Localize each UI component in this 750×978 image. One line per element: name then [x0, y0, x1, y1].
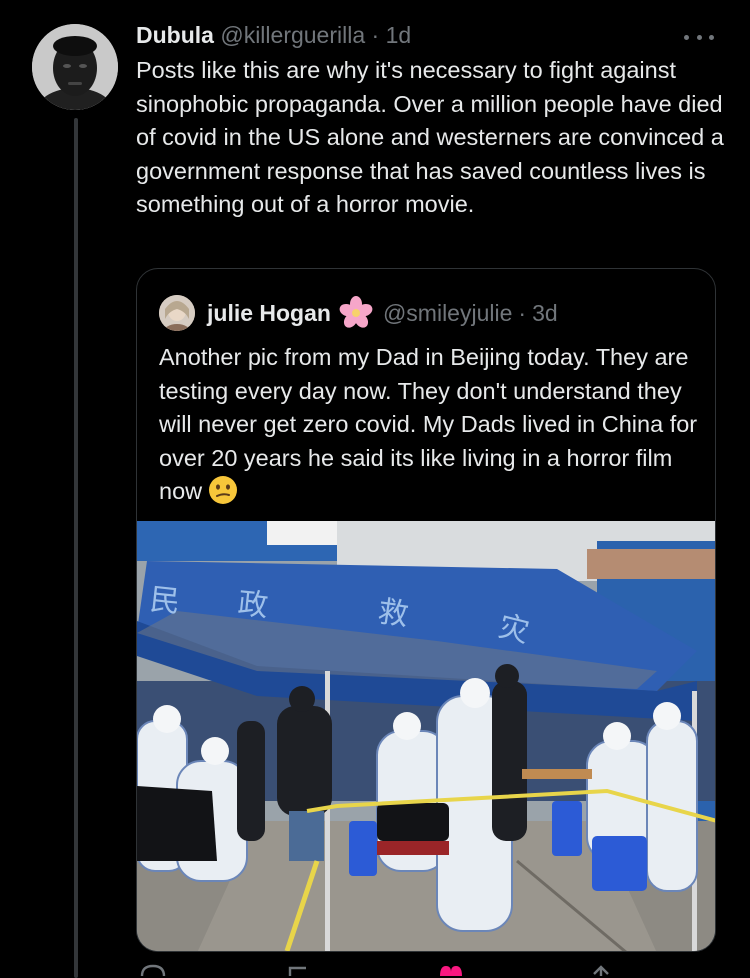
quoted-tweet-photo[interactable]: 民 政 救 灾	[137, 521, 715, 951]
author-name[interactable]: Dubula	[136, 22, 214, 48]
tweet-timestamp[interactable]: 1d	[386, 22, 412, 48]
reply-icon[interactable]	[138, 964, 168, 976]
quoted-header-separator: ·	[518, 299, 527, 326]
more-options-icon[interactable]	[684, 30, 714, 44]
quoted-tweet-header: julie Hogan @smileyjulie · 3d	[159, 295, 558, 331]
quoted-author-handle: @smileyjulie	[382, 299, 513, 326]
tent-character-3: 救	[376, 594, 411, 633]
tweet-action-bar	[136, 956, 696, 976]
quoted-tweet-text: Another pic from my Dad in Beijing today…	[159, 341, 699, 509]
quoted-tweet-timestamp: 3d	[532, 299, 558, 326]
quoted-tweet-card[interactable]: julie Hogan @smileyjulie · 3d Another pi…	[136, 268, 716, 952]
quoted-tweet-body: Another pic from my Dad in Beijing today…	[159, 344, 698, 505]
tent-character-2: 政	[236, 586, 269, 624]
thread-connector-line	[74, 118, 78, 978]
share-icon[interactable]	[586, 964, 616, 976]
author-avatar[interactable]	[32, 24, 118, 110]
cherry-blossom-icon	[339, 296, 373, 328]
quoted-author-name: julie Hogan	[207, 299, 331, 326]
tweet-text: Posts like this are why it's necessary t…	[136, 57, 724, 218]
retweet-icon[interactable]	[284, 964, 314, 976]
author-handle[interactable]: @killerguerilla	[220, 22, 365, 48]
tweet-header: Dubula @killerguerilla · 1d	[136, 20, 411, 50]
like-icon[interactable]	[436, 964, 466, 976]
tent-character-1: 民	[148, 582, 181, 620]
quoted-author-avatar	[159, 295, 195, 331]
header-separator: ·	[371, 22, 380, 48]
confused-face-icon	[209, 476, 238, 505]
